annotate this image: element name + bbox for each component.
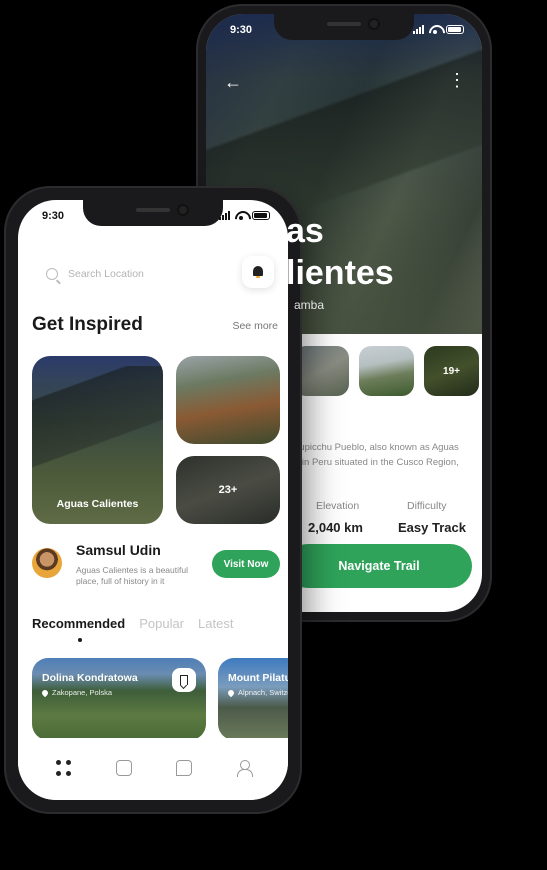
more-options-icon[interactable]: ⋮ bbox=[448, 70, 466, 91]
location-pin-icon bbox=[40, 688, 50, 697]
recommended-location-text: Alpnach, Switzerland bbox=[238, 688, 288, 697]
place-description: hupicchu Pueblo, also known as Aguas n i… bbox=[294, 442, 459, 468]
difficulty-value: Easy Track bbox=[398, 520, 466, 535]
bookmark-icon bbox=[180, 675, 188, 685]
search-bar bbox=[34, 256, 274, 296]
recommended-card[interactable]: Dolina Kondratowa Zakopane, Polska bbox=[32, 658, 206, 740]
battery-icon bbox=[252, 211, 270, 220]
tab-popular[interactable]: Popular bbox=[139, 616, 184, 631]
avatar[interactable] bbox=[32, 548, 62, 578]
see-more-link[interactable]: See more bbox=[232, 320, 278, 332]
location-pin-icon bbox=[226, 688, 236, 697]
search-input[interactable] bbox=[34, 256, 224, 292]
featured-more-count: 23+ bbox=[218, 484, 238, 496]
tab-latest[interactable]: Latest bbox=[198, 616, 233, 631]
photo-thumbnail[interactable] bbox=[294, 346, 349, 396]
photo-count: 19+ bbox=[424, 346, 479, 396]
wifi-icon bbox=[429, 25, 441, 34]
profile-icon[interactable] bbox=[236, 760, 253, 777]
status-time: 9:30 bbox=[42, 210, 65, 222]
status-bar: 9:30 bbox=[206, 22, 482, 40]
featured-card-more[interactable]: 23+ bbox=[176, 456, 280, 524]
tab-recommended[interactable]: Recommended bbox=[32, 616, 125, 631]
guide-name: Samsul Udin bbox=[76, 542, 161, 558]
signal-icon bbox=[219, 211, 230, 220]
photo-thumbnail[interactable] bbox=[359, 346, 414, 396]
recommended-card[interactable]: Mount Pilatus Alpnach, Switzerland bbox=[218, 658, 288, 740]
notification-button[interactable] bbox=[242, 256, 274, 288]
back-arrow-icon[interactable]: ← bbox=[224, 72, 242, 93]
place-subtitle: amba bbox=[294, 298, 325, 312]
home-screen: 9:30 Get Inspired See more Aguas Calient… bbox=[18, 200, 288, 800]
recommended-location: Alpnach, Switzerland bbox=[226, 688, 288, 697]
wifi-icon bbox=[235, 211, 247, 220]
featured-card-label: Aguas Calientes bbox=[56, 498, 139, 510]
photo-thumbnails: 19+ bbox=[294, 346, 479, 396]
elevation-value: 2,040 km bbox=[308, 520, 363, 535]
category-tabs: Recommended Popular Latest bbox=[32, 616, 233, 631]
bookmark-button[interactable] bbox=[172, 668, 196, 692]
bottom-nav bbox=[18, 738, 288, 800]
place-title-line1: as bbox=[286, 212, 324, 250]
difficulty-label: Difficulty bbox=[407, 500, 447, 512]
battery-icon bbox=[446, 25, 464, 34]
navigate-trail-button[interactable]: Navigate Trail bbox=[286, 544, 472, 588]
photo-thumbnail-more[interactable]: 19+ bbox=[424, 346, 479, 396]
elevation-label: Elevation bbox=[316, 500, 360, 512]
recommended-title: Mount Pilatus bbox=[228, 672, 288, 684]
place-title-line2: lientes bbox=[286, 254, 394, 292]
message-icon[interactable] bbox=[176, 760, 192, 776]
home-icon[interactable] bbox=[56, 760, 72, 776]
place-title: as lientes bbox=[286, 210, 394, 294]
status-bar: 9:30 bbox=[18, 208, 288, 226]
active-tab-indicator bbox=[78, 638, 82, 642]
featured-card-main[interactable]: Aguas Calientes bbox=[32, 356, 163, 524]
status-time: 9:30 bbox=[230, 24, 253, 36]
section-title: Get Inspired bbox=[32, 314, 143, 335]
recommended-title: Dolina Kondratowa bbox=[42, 672, 138, 684]
recommended-location: Zakopane, Polska bbox=[40, 688, 113, 697]
featured-card[interactable] bbox=[176, 356, 280, 444]
signal-icon bbox=[413, 25, 424, 34]
guide-description: Aguas Calientes is a beautiful place, fu… bbox=[76, 565, 188, 586]
recommended-location-text: Zakopane, Polska bbox=[52, 688, 113, 697]
chat-icon[interactable] bbox=[116, 760, 132, 776]
home-phone: 9:30 Get Inspired See more Aguas Calient… bbox=[4, 186, 302, 814]
visit-now-button[interactable]: Visit Now bbox=[212, 550, 280, 578]
bell-icon bbox=[252, 266, 264, 278]
